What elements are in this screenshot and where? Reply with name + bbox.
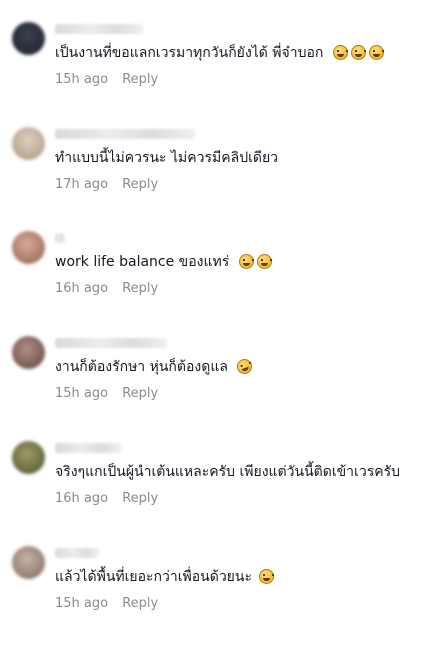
grinning-squint-icon <box>350 45 366 60</box>
comment-meta: 17h ago Reply <box>55 177 158 192</box>
comment-text: แล้วได้พื้นที่เยอะกว่าเพื่อนด้วยนะ <box>55 569 252 585</box>
username-blurred[interactable] <box>55 443 121 453</box>
tears-of-joy-icon <box>259 569 275 584</box>
comment-text: work life balance ของแทร่ <box>55 254 230 270</box>
beaming-grin-icon <box>256 254 272 269</box>
username-blurred[interactable] <box>55 24 143 34</box>
timestamp: 17h ago <box>55 177 109 192</box>
comment-item: แล้วได้พื้นที่เยอะกว่าเพื่อนด้วยนะ 15h a… <box>0 546 441 646</box>
comment-text-row: งานก็ต้องรักษา หุ่นก็ต้องดูแล <box>55 356 255 378</box>
comment-text: ทำแบบนี้ไม่ควรนะ ไม่ควรมีคลิปเดียว <box>55 150 279 166</box>
grinning-squint-icon <box>332 45 348 60</box>
grinning-squint-icon <box>368 45 384 60</box>
comment-text-row: work life balance ของแทร่ <box>55 251 272 273</box>
comment-text-row: แล้วได้พื้นที่เยอะกว่าเพื่อนด้วยนะ <box>55 566 275 588</box>
comment-item: work life balance ของแทร่ 16h ago Reply <box>0 231 441 331</box>
timestamp: 16h ago <box>55 491 109 506</box>
username-blurred[interactable] <box>55 548 99 558</box>
reply-button[interactable]: Reply <box>122 72 158 87</box>
reply-button[interactable]: Reply <box>122 281 158 296</box>
avatar[interactable] <box>12 546 45 579</box>
beaming-grin-icon <box>238 254 254 269</box>
timestamp: 15h ago <box>55 386 109 401</box>
username-blurred[interactable] <box>55 233 65 243</box>
comment-meta: 15h ago Reply <box>55 386 158 401</box>
comment-text-row: ทำแบบนี้ไม่ควรนะ ไม่ควรมีคลิปเดียว <box>55 147 278 169</box>
avatar[interactable] <box>12 336 45 369</box>
reply-button[interactable]: Reply <box>122 596 158 611</box>
avatar[interactable] <box>12 22 45 55</box>
comment-item: เป็นงานที่ขอแลกเวรมาทุกวันก็ยังได้ พี่จ๋… <box>0 22 441 122</box>
reply-button[interactable]: Reply <box>122 386 158 401</box>
comment-text: จริงๆแกเป็นผู้นำเต้นแหละครับ เพียงแต่วัน… <box>55 464 400 480</box>
reply-button[interactable]: Reply <box>122 177 158 192</box>
comment-text: เป็นงานที่ขอแลกเวรมาทุกวันก็ยังได้ พี่จ๋… <box>55 45 324 61</box>
avatar[interactable] <box>12 231 45 264</box>
username-blurred[interactable] <box>55 129 195 139</box>
rolling-laughing-icon <box>235 356 255 377</box>
username-blurred[interactable] <box>55 338 167 348</box>
comment-text: งานก็ต้องรักษา หุ่นก็ต้องดูแล <box>55 359 228 375</box>
timestamp: 15h ago <box>55 72 109 87</box>
comment-meta: 15h ago Reply <box>55 596 158 611</box>
comment-meta: 16h ago Reply <box>55 281 158 296</box>
comment-item: จริงๆแกเป็นผู้นำเต้นแหละครับ เพียงแต่วัน… <box>0 441 441 541</box>
comment-meta: 16h ago Reply <box>55 491 158 506</box>
comment-text-row: จริงๆแกเป็นผู้นำเต้นแหละครับ เพียงแต่วัน… <box>55 461 400 483</box>
reply-button[interactable]: Reply <box>122 491 158 506</box>
avatar[interactable] <box>12 441 45 474</box>
comment-text-row: เป็นงานที่ขอแลกเวรมาทุกวันก็ยังได้ พี่จ๋… <box>55 42 384 64</box>
timestamp: 16h ago <box>55 281 109 296</box>
comment-item: ทำแบบนี้ไม่ควรนะ ไม่ควรมีคลิปเดียว 17h a… <box>0 127 441 227</box>
timestamp: 15h ago <box>55 596 109 611</box>
comment-item: งานก็ต้องรักษา หุ่นก็ต้องดูแล 15h ago Re… <box>0 336 441 436</box>
comment-meta: 15h ago Reply <box>55 72 158 87</box>
avatar[interactable] <box>12 127 45 160</box>
